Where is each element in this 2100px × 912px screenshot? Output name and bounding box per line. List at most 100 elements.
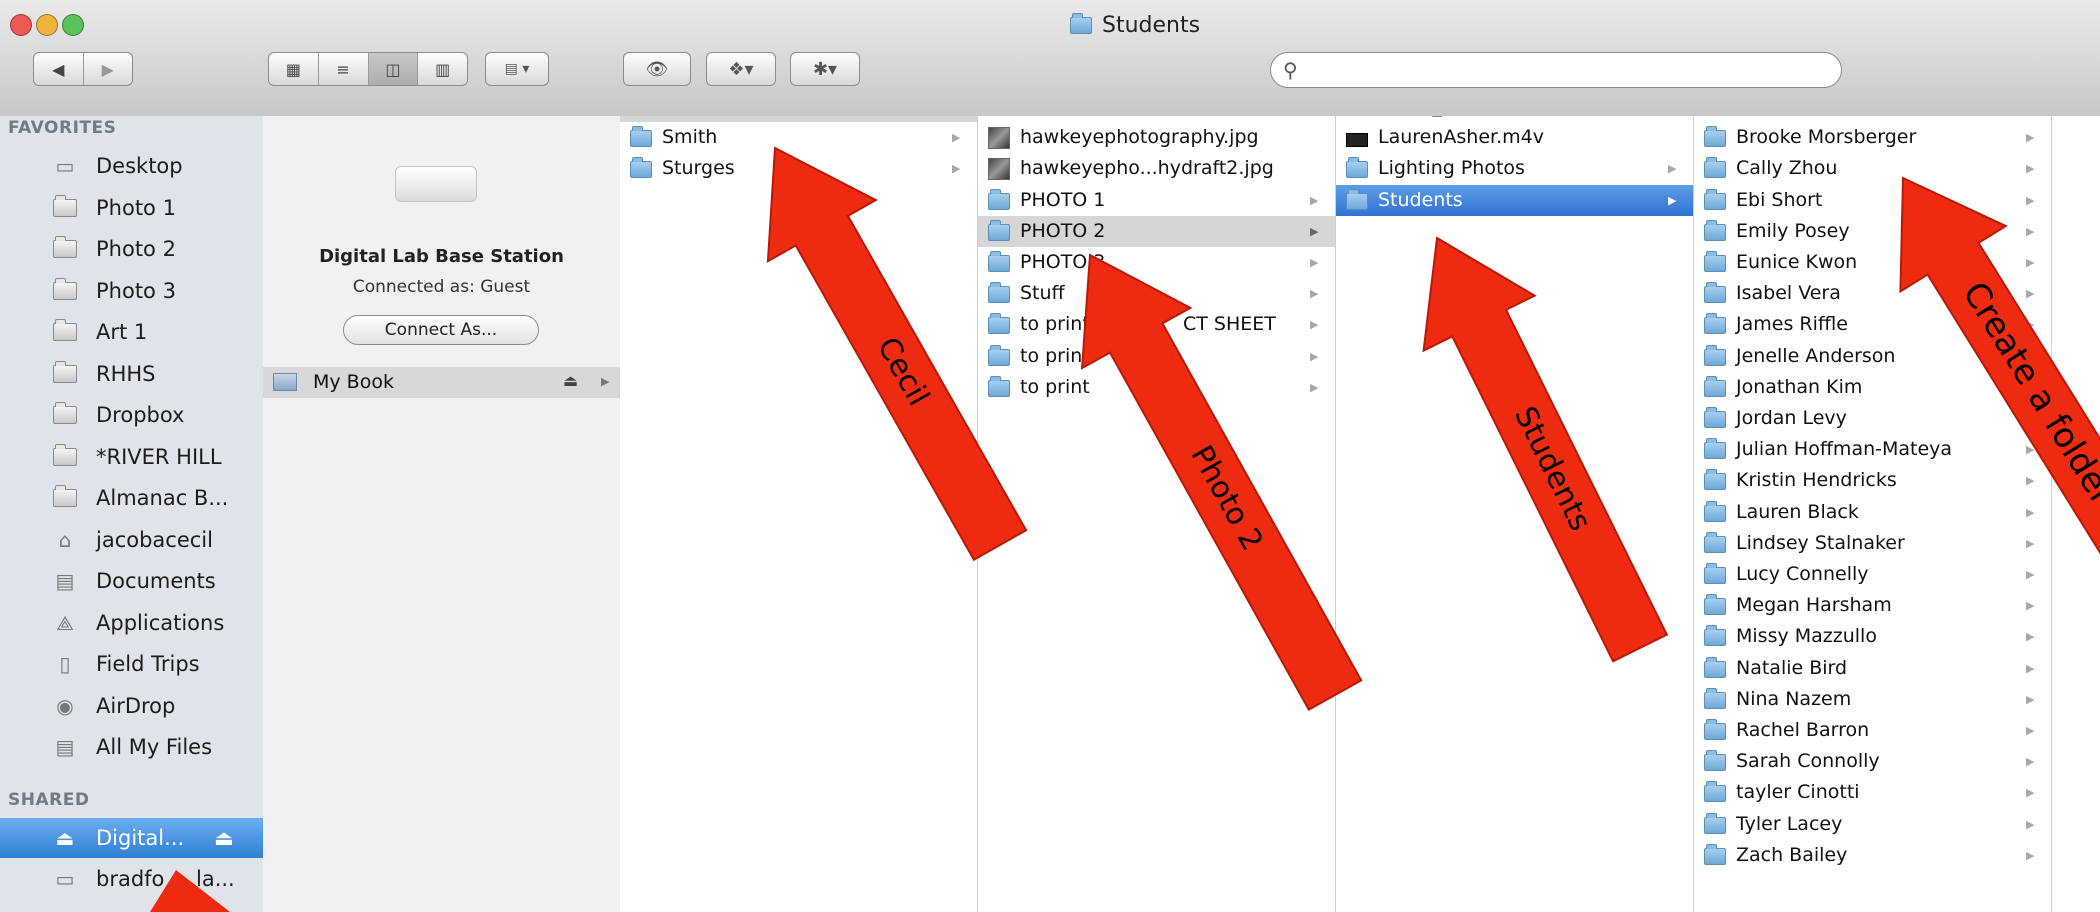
sidebar-item-jacobacecil[interactable]: ⌂ jacobacecil (0, 520, 263, 560)
folder-icon (1704, 687, 1726, 714)
browser-row[interactable]: PHOTO 2 ▶ (978, 215, 1335, 247)
sidebar-item-applications[interactable]: ⟁ Applications (0, 603, 263, 643)
icon-view-button[interactable]: ▦ (269, 53, 319, 85)
folder-icon (53, 277, 77, 301)
sidebar-item-art-1[interactable]: Art 1 (0, 312, 263, 352)
browser-row[interactable]: Megan Harsham ▶ (1694, 590, 2051, 621)
folder-icon (53, 443, 77, 467)
minimize-button[interactable] (36, 14, 58, 36)
sidebar-item-documents[interactable]: ▤ Documents (0, 561, 263, 601)
browser-row[interactable]: Smith ▶ (620, 122, 977, 153)
search-icon: ⚲ (1283, 58, 1298, 82)
browser-row[interactable]: Jenelle Anderson ▶ (1694, 341, 2051, 372)
browser-row[interactable]: to print ▶ (978, 341, 1335, 372)
disclosure-arrow-icon: ▶ (2026, 817, 2035, 831)
browser-item-name: Tyler Lacey (1736, 812, 1843, 835)
search-field[interactable]: ⚲ (1270, 52, 1842, 88)
browser-row[interactable]: hawkeyepho...hydraft2.jpg (978, 153, 1335, 184)
browser-row[interactable]: PHOTO 1 ▶ (978, 185, 1335, 216)
volume-row-my-book[interactable]: My Book ⏏ ▶ (263, 367, 620, 398)
browser-row[interactable]: Emily Posey ▶ (1694, 216, 2051, 247)
browser-item-name: Lighting Photos (1378, 157, 1525, 180)
browser-row[interactable]: Lindsey Stalnaker ▶ (1694, 528, 2051, 559)
disclosure-arrow-icon: ▶ (601, 375, 610, 388)
folder-icon (630, 157, 652, 183)
browser-row[interactable]: Eunice Kwon ▶ (1694, 247, 2051, 278)
dropbox-menu-button[interactable]: ❖▾ (706, 52, 776, 86)
quick-look-button[interactable]: 👁 (623, 52, 691, 86)
browser-row[interactable]: Jonathan Kim ▶ (1694, 372, 2051, 403)
cover-flow-button[interactable]: ▥ (418, 53, 467, 85)
browser-row[interactable]: Zach Bailey ▶ (1694, 840, 2051, 871)
browser-row[interactable]: Ebi Short ▶ (1694, 185, 2051, 216)
browser-item-name: Cally Zhou (1736, 157, 1838, 180)
browser-row[interactable]: Lighting Photos ▶ (1336, 153, 1693, 184)
browser-row[interactable]: Tyler Lacey ▶ (1694, 809, 2051, 840)
sidebar-item-airdrop[interactable]: ◉ AirDrop (0, 686, 263, 726)
folder-icon (1704, 251, 1726, 277)
sidebar-item-label: All My Files (96, 735, 213, 759)
folder-icon (1704, 313, 1726, 339)
sidebar-shared-item-1[interactable]: ▭ bradfo la... (0, 859, 263, 899)
sidebar-shared-item-0[interactable]: ⏏ Digital... ⏏ (0, 818, 263, 858)
sidebar-item-photo-2[interactable]: Photo 2 (0, 229, 263, 269)
browser-row[interactable]: Cecil▶ (620, 116, 977, 122)
browser-row[interactable]: hawkeyephotography.jpg (978, 122, 1335, 153)
eject-icon[interactable]: ⏏ (563, 371, 578, 390)
arrange-button[interactable]: ▤ ▾ (485, 52, 549, 86)
browser-row[interactable]: Amanda Rine▶ (1694, 116, 2051, 122)
forward-button[interactable]: ▶ (84, 53, 133, 85)
sidebar-item-photo-3[interactable]: Photo 3 (0, 271, 263, 311)
sidebar-item-label: Dropbox (96, 403, 185, 427)
folder-icon (630, 116, 652, 121)
browser-row[interactable]: Kristin Hendricks ▶ (1694, 465, 2051, 496)
browser-row[interactable]: Students ▶ (1336, 184, 1693, 216)
browser-row[interactable]: Julian Hoffman-Mateya ▶ (1694, 434, 2051, 465)
browser-row[interactable]: Nina Nazem ▶ (1694, 684, 2051, 715)
sidebar-item-almanac-b[interactable]: Almanac B... (0, 478, 263, 518)
folder-icon (1704, 438, 1726, 464)
folder-icon (1704, 126, 1726, 152)
sidebar-item-photo-1[interactable]: Photo 1 (0, 188, 263, 228)
column-view-button[interactable]: ◫ (368, 53, 419, 85)
browser-row[interactable]: Natalie Bird ▶ (1694, 653, 2051, 684)
browser-row[interactable]: to print K ▶ (978, 372, 1335, 403)
browser-row[interactable]: tayler Cinotti ▶ (1694, 777, 2051, 808)
browser-row[interactable]: Isabel Vera ▶ (1694, 278, 2051, 309)
sidebar-item-desktop[interactable]: ▭ Desktop (0, 146, 263, 186)
browser-row[interactable]: Missy Mazzullo ▶ (1694, 621, 2051, 652)
browser-row[interactable]: Lauren Black ▶ (1694, 497, 2051, 528)
sidebar-item-river-hill[interactable]: *RIVER HILL (0, 437, 263, 477)
browser-row[interactable]: PHOTO 3 ▶ (978, 247, 1335, 278)
browser-item-name: PHOTO 1 (1020, 188, 1106, 211)
browser-row[interactable]: LaurenAsher.m4v (1336, 122, 1693, 153)
browser-row[interactable]: Sturges ▶ (620, 153, 977, 184)
browser-row[interactable]: Cally Zhou ▶ (1694, 153, 2051, 184)
device-status: Connected as: Guest (352, 277, 531, 297)
zoom-button[interactable] (62, 14, 84, 36)
browser-row[interactable]: Lucy Connelly ▶ (1694, 559, 2051, 590)
folder-shape (988, 344, 1010, 366)
browser-row[interactable]: James Riffle ▶ (1694, 309, 2051, 340)
browser-row[interactable]: Brooke Morsberger ▶ (1694, 122, 2051, 153)
browser-row[interactable]: Rachel Barron ▶ (1694, 715, 2051, 746)
back-button[interactable]: ◀ (34, 53, 84, 85)
folder-icon (53, 485, 77, 508)
browser-row[interactable]: Sarah Connolly ▶ (1694, 746, 2051, 777)
list-view-button[interactable]: ≡ (319, 53, 369, 85)
browser-row[interactable]: Junior_Senior Show▶ (1336, 116, 1693, 122)
connect-as-button[interactable]: Connect As... (343, 315, 539, 345)
sidebar-item-dropbox[interactable]: Dropbox (0, 395, 263, 435)
close-button[interactable] (10, 14, 32, 36)
action-menu-button[interactable]: ✱▾ (790, 52, 860, 86)
sidebar-item-rhhs[interactable]: RHHS (0, 354, 263, 394)
folder-shape (53, 236, 77, 258)
browser-row[interactable]: Jordan Levy ▶ (1694, 403, 2051, 434)
browser-row[interactable]: to print CT SHEET ▶ (978, 309, 1335, 340)
folder-icon (988, 375, 1010, 402)
sidebar-item-field-trips[interactable]: ▯ Field Trips (0, 644, 263, 684)
sidebar-item-all-my-files[interactable]: ▤ All My Files (0, 727, 263, 767)
browser-row[interactable]: Stuff ▶ (978, 278, 1335, 309)
browser-row[interactable]: HANDS▶ (978, 116, 1335, 122)
eject-icon[interactable]: ⏏ (214, 826, 234, 850)
